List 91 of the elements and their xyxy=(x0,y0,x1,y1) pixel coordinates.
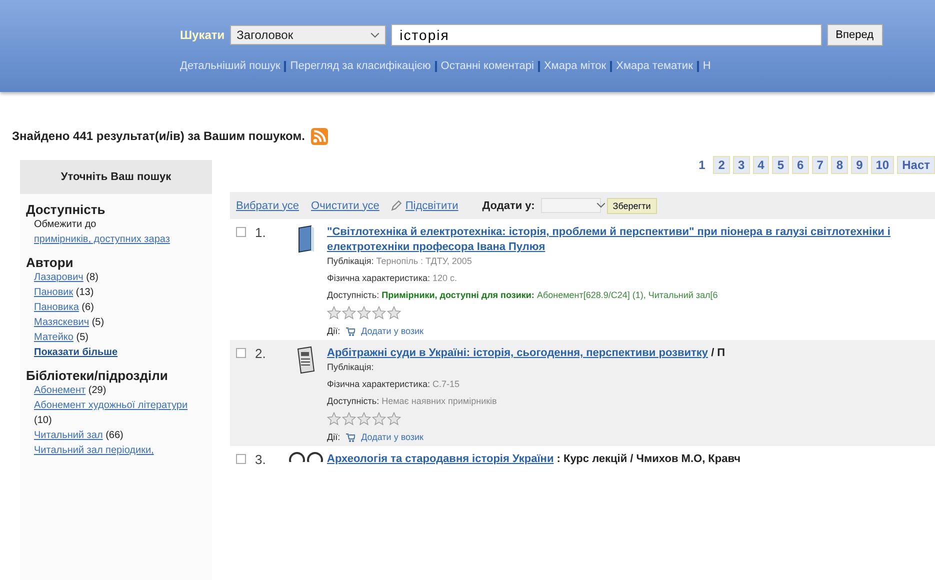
rating-star-icon[interactable] xyxy=(387,306,401,320)
clear-all-link[interactable]: Очистити усе xyxy=(311,200,380,212)
facet-heading: Доступність xyxy=(26,202,106,217)
publication-line: Публікація: Тернопіль : ТДТУ, 2005 xyxy=(327,256,473,266)
facet-count: (66) xyxy=(106,430,124,441)
add-to-cart-link[interactable]: Додати у возик xyxy=(361,432,424,442)
facet-note: Обмежити до xyxy=(33,218,98,232)
result-checkbox[interactable] xyxy=(236,348,246,358)
search-field[interactable]: історія xyxy=(390,24,822,46)
page-link[interactable]: 2 xyxy=(713,156,730,174)
show-more-link[interactable]: Показати більше xyxy=(34,347,118,358)
page-link[interactable]: 6 xyxy=(792,156,809,174)
facet-link[interactable]: Лазарович xyxy=(34,272,84,283)
facet-count: (8) xyxy=(86,272,98,283)
search-label: Шукати xyxy=(180,28,225,42)
page-link[interactable]: Наст xyxy=(897,156,935,174)
page-link[interactable]: 9 xyxy=(851,156,868,174)
facet-link[interactable]: Пановика xyxy=(34,302,79,313)
actions-label: Дії: xyxy=(327,326,340,336)
result-number: 2. xyxy=(254,346,267,363)
rating-star-icon[interactable] xyxy=(387,412,401,426)
rating-star-icon[interactable] xyxy=(357,306,371,320)
facet-link[interactable]: Читальний зал xyxy=(34,430,103,441)
cart-icon xyxy=(346,432,356,442)
result-checkbox[interactable] xyxy=(236,454,246,464)
document-icon xyxy=(296,346,316,374)
facet-count: (29) xyxy=(88,385,106,396)
nav-link[interactable]: Хмара міток xyxy=(544,60,606,72)
result-number: 1. xyxy=(254,225,267,242)
rss-icon[interactable] xyxy=(310,128,328,144)
facet-link[interactable]: Читальний зал періодики, xyxy=(34,445,154,456)
book-icon xyxy=(296,225,316,253)
result-title-link[interactable]: Арбітражні суди в Україні: історія, сьогодення, перспективи розвитку xyxy=(327,346,708,361)
rating-star-icon[interactable] xyxy=(327,412,341,426)
facet-count: (13) xyxy=(76,287,94,298)
highlight-link[interactable]: Підсвітити xyxy=(405,200,458,212)
search-type-select[interactable]: Заголовок xyxy=(230,25,386,45)
nav-link[interactable]: Останні коментарі xyxy=(440,60,534,72)
glasses-icon xyxy=(288,452,324,462)
select-all-link[interactable]: Вибрати усе xyxy=(236,200,300,212)
facet-heading: Автори xyxy=(26,255,74,270)
nav-link[interactable]: Н xyxy=(702,60,711,72)
facet-count: (5) xyxy=(92,317,104,328)
dropdown-caret-icon xyxy=(596,203,605,208)
facet-link[interactable]: Пановик xyxy=(34,287,74,298)
results-heading: Знайдено 441 результат(и/ів) за Вашим пошуком. xyxy=(12,129,305,143)
facet-link[interactable]: Матейко xyxy=(34,332,74,343)
page-link[interactable]: 10 xyxy=(870,156,894,174)
result-author: : Курс лекцій / Чмихов М.О, Кравч xyxy=(556,453,740,465)
result-number: 3. xyxy=(254,452,267,467)
page-link[interactable]: 8 xyxy=(831,156,848,174)
page-link[interactable]: 3 xyxy=(732,156,750,174)
result-title-link[interactable]: Археологія та стародавня історія України xyxy=(327,452,554,467)
save-button[interactable]: Зберегти xyxy=(606,198,657,214)
facet-link[interactable]: Абонемент художньої літератури xyxy=(34,400,188,411)
page-link[interactable]: 5 xyxy=(772,156,789,174)
rating-star-icon[interactable] xyxy=(327,306,341,320)
add-to-label: Додати у: xyxy=(482,200,535,212)
result-title-link[interactable]: "Світлотехніка й електротехніка: історія, проблеми й перспективи" при піонера в галузі світлотехніки і електротехніки професора Івана Пулюя xyxy=(327,225,932,255)
rating-star-icon[interactable] xyxy=(342,412,356,426)
cart-icon xyxy=(346,326,356,336)
availability-line: Доступність: Немає наявних примірників xyxy=(327,396,498,406)
actions-label: Дії: xyxy=(327,432,340,442)
rating-star-icon[interactable] xyxy=(342,306,356,320)
page-link[interactable]: 4 xyxy=(752,156,770,174)
facet-link[interactable]: примірників, доступних зараз xyxy=(34,234,170,245)
facet-count: (10) xyxy=(34,415,52,426)
sidebar-title: Уточніть Ваш пошук xyxy=(20,160,212,194)
facet-count: (5) xyxy=(76,332,88,343)
rating-star-icon[interactable] xyxy=(372,306,386,320)
rating-star-icon[interactable] xyxy=(372,412,386,426)
nav-link[interactable]: Детальніший пошук xyxy=(180,60,280,72)
search-button[interactable]: Вперед xyxy=(826,24,882,46)
page-link[interactable]: 1 xyxy=(694,156,710,174)
pencil-icon xyxy=(391,200,402,211)
availability-line: Доступність: Примірники, доступні для позики: Абонемент[628.9/С24] (1), Читальний зал[6 xyxy=(327,290,719,300)
facet-heading: Бібліотеки/підрозділи xyxy=(26,368,169,383)
facet-count: (6) xyxy=(82,302,94,313)
physical-description: Фізична характеристика: С.7-15 xyxy=(327,379,460,389)
page-link[interactable]: 7 xyxy=(812,156,828,174)
facet-link[interactable]: Абонемент xyxy=(34,385,86,396)
add-to-cart-link[interactable]: Додати у возик xyxy=(361,326,424,336)
publication-line: Публікація: xyxy=(327,362,375,372)
physical-description: Фізична характеристика: 120 с. xyxy=(327,273,458,283)
rating-star-icon[interactable] xyxy=(357,412,371,426)
result-checkbox[interactable] xyxy=(236,227,246,237)
nav-link[interactable]: Хмара тематик xyxy=(616,60,693,72)
result-author: / П xyxy=(710,347,726,359)
nav-link[interactable]: Перегляд за класифікацією xyxy=(290,60,431,72)
dropdown-caret-icon xyxy=(370,32,379,38)
facet-link[interactable]: Мазяскевич xyxy=(34,317,90,328)
